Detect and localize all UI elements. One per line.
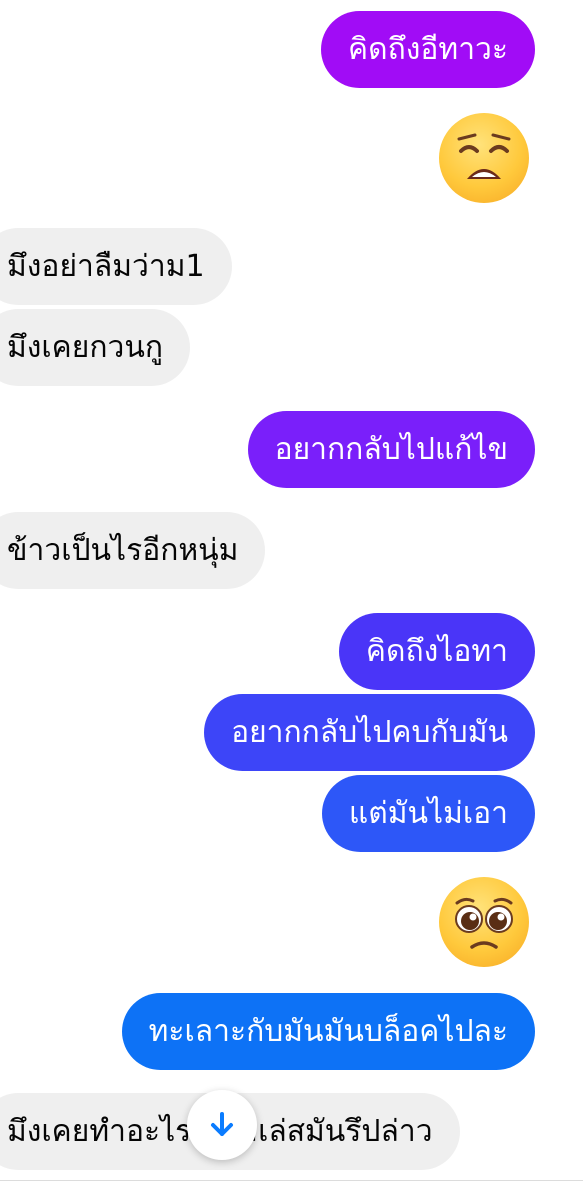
message-text: ทะเลาะกับมันมันบล็อคไปละ <box>148 1014 508 1049</box>
scroll-to-bottom-button[interactable] <box>187 1090 257 1160</box>
incoming-message[interactable]: ข้าวเป็นไรอีกหนุ่ม <box>0 512 266 589</box>
incoming-message[interactable]: มึงเคยกวนกู <box>0 309 191 386</box>
message-text: มึงเคยกวนกู <box>7 330 164 365</box>
message-text: คิดถึงไอทา <box>365 634 508 669</box>
outgoing-message[interactable]: คิดถึงอีทาวะ <box>321 11 535 88</box>
message-text: แต่มันไม่เอา <box>348 796 508 831</box>
incoming-message[interactable]: มึงอย่าลืมว่าม1 <box>0 228 232 305</box>
message-text: อยากกลับไปแก้ไข <box>274 432 508 467</box>
weary-face-emoji[interactable] <box>439 113 529 203</box>
pleading-face-icon <box>455 897 513 949</box>
outgoing-message[interactable]: ทะเลาะกับมันมันบล็อคไปละ <box>121 993 535 1070</box>
outgoing-message[interactable]: อยากกลับไปแก้ไข <box>247 411 535 488</box>
outgoing-message[interactable]: อยากกลับไปคบกับมัน <box>204 694 535 771</box>
arrow-down-icon <box>211 1112 233 1136</box>
message-text: ข้าวเป็นไรอีกหนุ่ม <box>7 533 239 568</box>
message-text: อยากกลับไปคบกับมัน <box>231 715 508 750</box>
composer-divider <box>0 1180 583 1181</box>
pleading-face-emoji[interactable] <box>439 877 529 967</box>
message-text: มึงอย่าลืมว่าม1 <box>7 249 205 284</box>
message-text: คิดถึงอีทาวะ <box>348 32 508 67</box>
weary-face-icon <box>457 133 511 179</box>
outgoing-message[interactable]: คิดถึงไอทา <box>338 613 535 690</box>
outgoing-message[interactable]: แต่มันไม่เอา <box>321 775 535 852</box>
